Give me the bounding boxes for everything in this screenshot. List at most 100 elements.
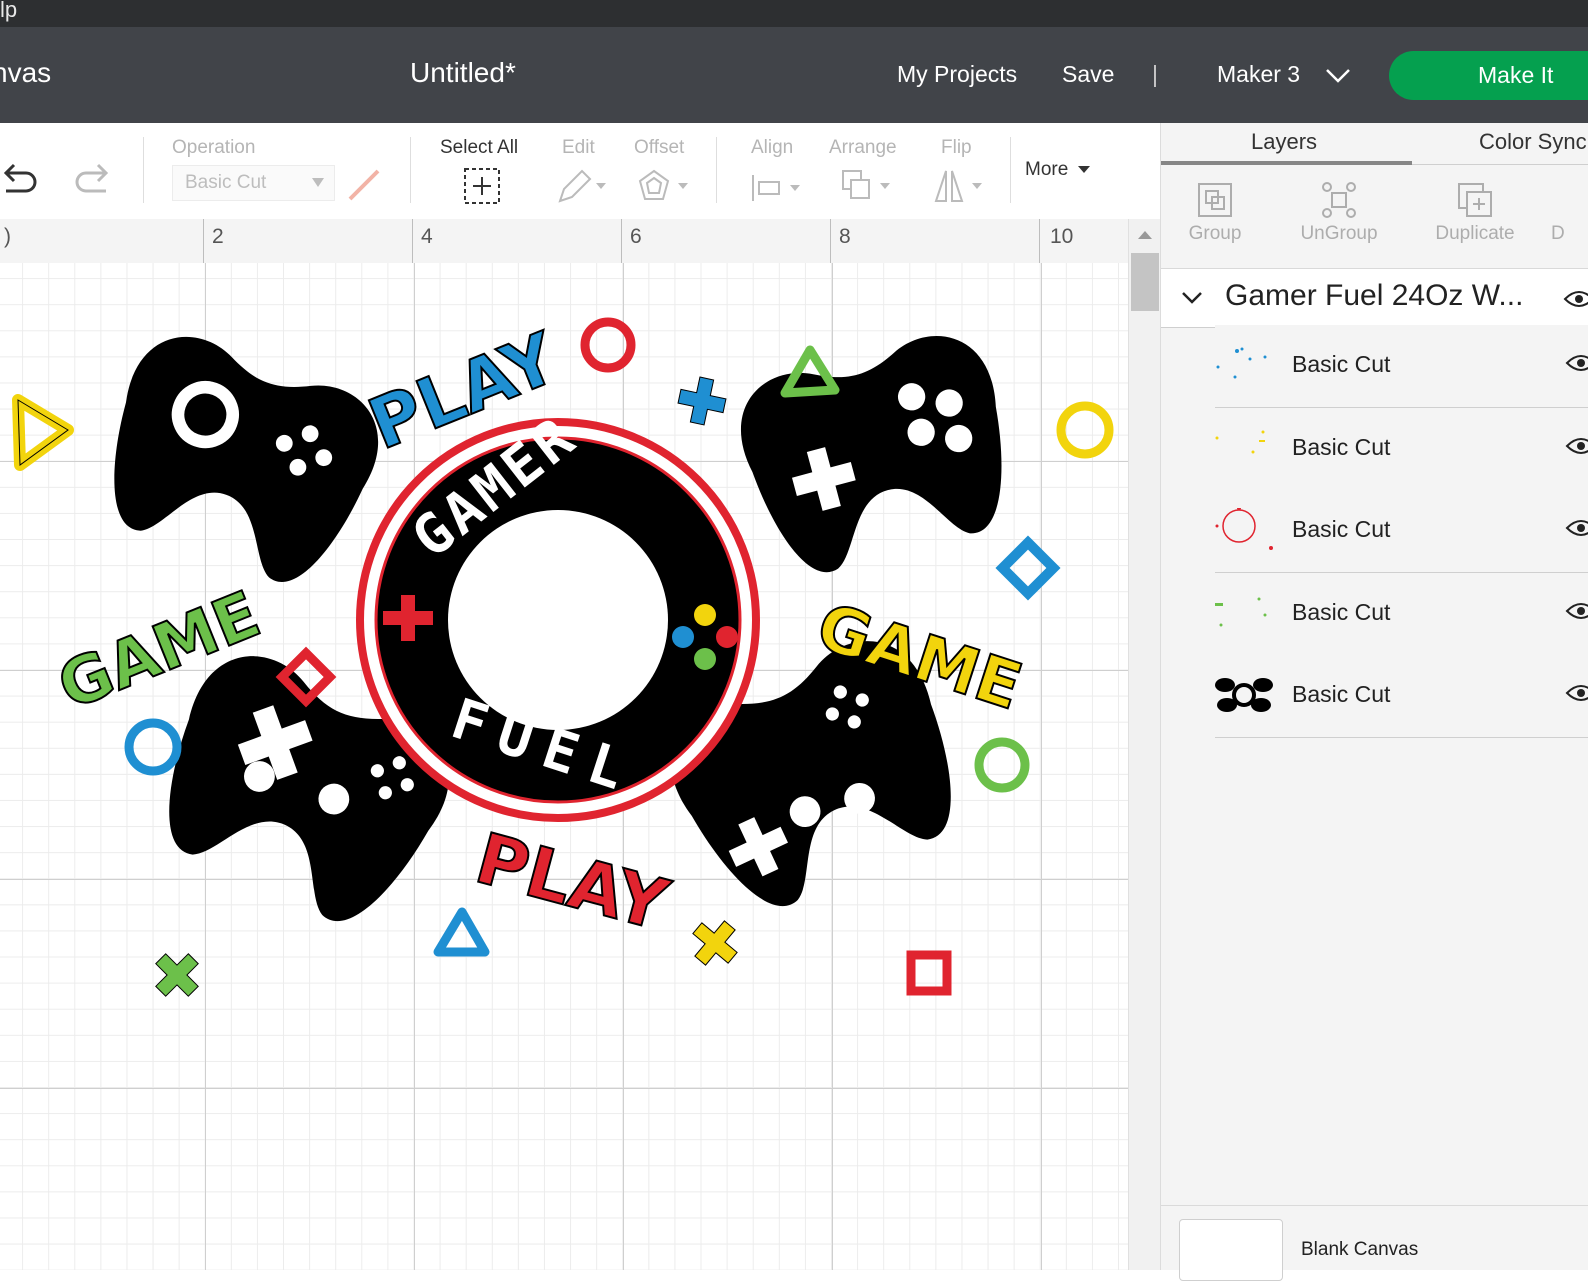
duplicate-label: Duplicate [1435,223,1515,244]
layer-name: Basic Cut [1292,599,1391,625]
arrange-icon[interactable] [840,167,896,205]
layer-group-header[interactable]: Gamer Fuel 24Oz W... [1161,268,1588,328]
select-all-icon[interactable] [463,167,501,205]
circle-shape [1056,401,1114,459]
circle-shape [974,737,1030,793]
group-button[interactable]: Group [1165,181,1265,245]
eye-icon[interactable] [1565,683,1588,703]
edit-label: Edit [562,137,595,158]
square-shape [906,950,952,996]
select-all-label: Select All [440,137,519,158]
active-tab-indicator [1161,161,1412,165]
x-shape [692,920,738,966]
delete-icon [1566,181,1576,219]
ruler-mark [203,219,204,263]
pencil-icon[interactable] [556,167,608,205]
toolbar-divider [143,137,144,203]
ungroup-label: UnGroup [1300,223,1378,244]
layer-row[interactable]: Basic Cut [1215,490,1588,573]
operation-label: Operation [172,137,256,158]
operation-select[interactable]: Basic Cut [172,165,335,201]
ruler-label: 4 [421,225,433,248]
flip-label: Flip [941,137,972,158]
tab-layers[interactable]: Layers [1251,129,1317,155]
arrange-label: Arrange [829,137,897,158]
chevron-down-icon[interactable] [1325,68,1351,84]
layer-row[interactable]: Basic Cut [1215,408,1588,491]
redo-icon[interactable] [72,159,112,193]
ruler-label: 6 [630,225,642,248]
ruler-label: ) [4,225,11,248]
diamond-shape [995,535,1061,601]
layer-thumbnail [1215,508,1273,550]
vertical-scrollbar[interactable] [1128,219,1161,1270]
caret-down-icon [1077,166,1090,174]
delete-button[interactable]: D [1551,181,1588,245]
layer-thumbnail [1215,678,1273,712]
toolbar-divider [1010,137,1011,203]
layer-row[interactable]: Basic Cut [1215,325,1588,408]
layer-thumbnail [1215,597,1267,627]
pen-color-swatch-icon[interactable] [346,167,382,203]
eye-icon[interactable] [1565,518,1588,538]
ruler-label: 8 [839,225,851,248]
align-icon[interactable] [750,171,804,205]
layer-name: Basic Cut [1292,434,1391,460]
group-label: Group [1188,223,1242,244]
play-text-bottom: PLAY [468,817,678,947]
offset-icon[interactable] [636,167,690,205]
ungroup-icon [1322,182,1356,218]
layer-thumbnail [1215,430,1265,454]
eye-icon[interactable] [1565,601,1588,621]
header-separator: | [1152,61,1158,87]
design-canvas[interactable]: GAMER FUEL PLAY GAME GAME PLAY [0,263,1128,1270]
layer-row[interactable]: Basic Cut [1215,573,1588,656]
toolbar-divider [410,137,411,203]
horizontal-ruler: ) 2 4 6 8 10 [0,219,1128,264]
duplicate-button[interactable]: Duplicate [1425,181,1525,245]
chevron-down-icon[interactable] [1181,291,1203,305]
blank-canvas-swatch[interactable] [1179,1219,1283,1281]
app-name: nvas [0,57,52,88]
duplicate-icon [1458,183,1492,217]
align-label: Align [751,137,794,158]
layer-thumbnail [1216,347,1267,379]
help-menu[interactable]: lp [0,0,17,23]
eye-icon[interactable] [1563,289,1588,309]
ruler-label: 2 [212,225,224,248]
machine-selector[interactable]: Maker 3 [1217,61,1300,88]
offset-label: Offset [634,137,685,158]
document-title[interactable]: Untitled* [410,57,516,89]
layer-name: Basic Cut [1292,681,1391,707]
make-it-button[interactable]: Make It [1389,51,1588,100]
save-button[interactable]: Save [1062,61,1114,88]
ruler-mark [412,219,413,263]
group-icon [1198,183,1232,217]
undo-icon[interactable] [0,159,40,193]
layer-row[interactable]: Basic Cut [1215,655,1588,738]
eye-icon[interactable] [1565,436,1588,456]
layers-panel: Layers Color Sync Group UnGroup Duplicat… [1160,123,1588,1281]
my-projects-link[interactable]: My Projects [897,61,1017,88]
menu-strip: lp [0,0,1588,27]
triangle-shape [433,907,490,957]
ruler-mark [830,219,831,263]
more-button[interactable]: More [1025,159,1090,181]
gamer-fuel-design[interactable]: GAMER FUEL PLAY GAME GAME PLAY [0,263,1128,1270]
tab-color-sync[interactable]: Color Sync [1479,129,1587,155]
layer-name: Basic Cut [1292,516,1391,542]
scroll-thumb[interactable] [1131,253,1159,311]
eye-icon[interactable] [1565,353,1588,373]
controller-top-left [83,320,395,600]
more-label: More [1025,159,1069,180]
plus-shape [677,376,727,426]
flip-icon[interactable] [932,167,992,205]
edit-toolbar: Operation Basic Cut Select All Edit Offs… [0,123,1160,220]
panel-divider [1161,1205,1588,1206]
layer-name: Basic Cut [1292,351,1391,377]
ruler-mark [621,219,622,263]
delete-label: D [1551,223,1565,244]
ungroup-button[interactable]: UnGroup [1289,181,1389,245]
toolbar-divider [716,137,717,203]
scroll-up-arrow-icon[interactable] [1138,231,1152,239]
